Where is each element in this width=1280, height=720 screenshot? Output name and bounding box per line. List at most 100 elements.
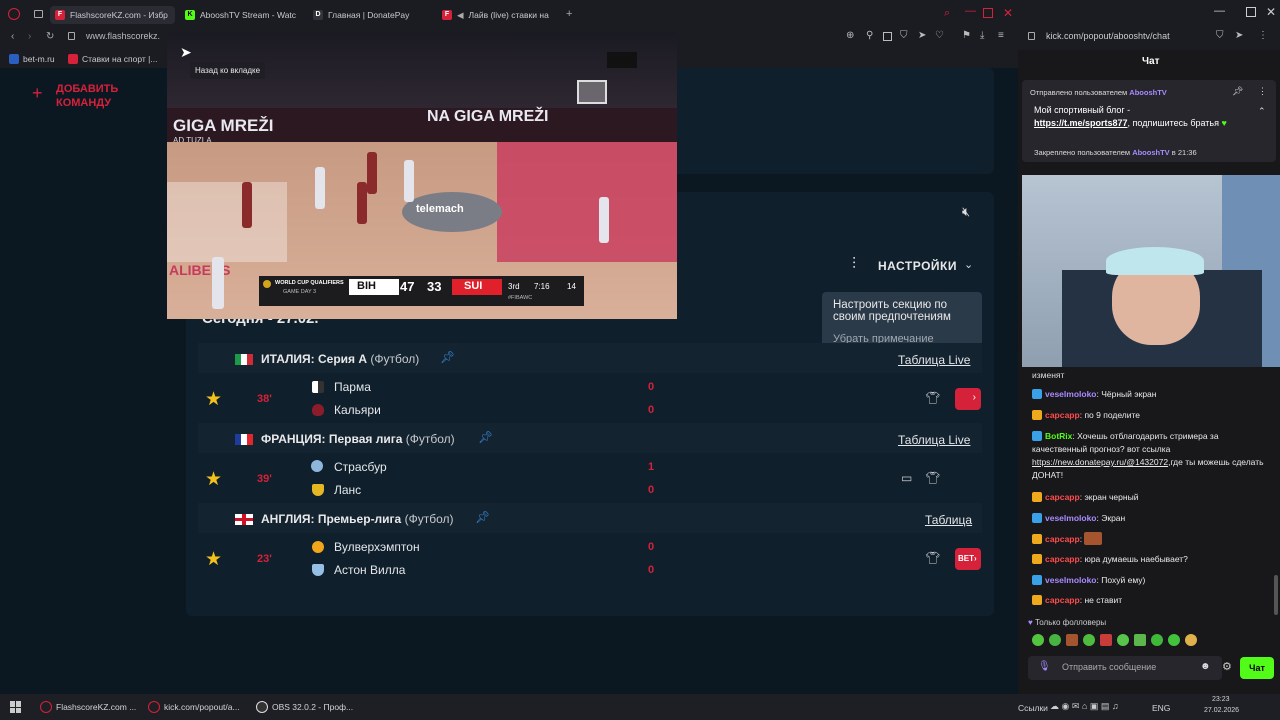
pin-icon[interactable]: 📌︎ bbox=[478, 430, 493, 444]
tray-icons[interactable]: ☁ ◉ ✉ ⌂ ▣ ▤ ♫ bbox=[1050, 701, 1119, 712]
menu-icon[interactable]: ≡ bbox=[998, 30, 1004, 41]
bookmark-bet-m[interactable]: bet-m.ru bbox=[23, 54, 55, 64]
links-toolbar[interactable]: Ссылки bbox=[1018, 703, 1048, 713]
minimize-icon[interactable]: — bbox=[965, 5, 976, 17]
chat-username[interactable]: сарсарр bbox=[1045, 410, 1080, 420]
home-team[interactable]: Парма bbox=[334, 380, 371, 394]
tab-donatepay[interactable]: D Главная | DonatePay bbox=[313, 6, 428, 24]
chat-username[interactable]: сарсарр bbox=[1045, 595, 1080, 605]
emote-icon[interactable] bbox=[1151, 634, 1163, 646]
more-icon[interactable]: ⋮ bbox=[1258, 86, 1267, 97]
pinned-link[interactable]: https://t.me/sports877 bbox=[1034, 118, 1128, 128]
bookmark-stavki[interactable]: Ставки на спорт |... bbox=[82, 54, 157, 64]
tab-live-bets[interactable]: F ◀ Лайв (live) ставки на bbox=[442, 6, 557, 24]
zoom-icon[interactable]: ⊕ bbox=[846, 30, 854, 41]
chat-username[interactable]: сарсарр bbox=[1045, 554, 1080, 564]
mute-icon[interactable]: 🔇︎ bbox=[962, 204, 970, 220]
away-team[interactable]: Кальяри bbox=[334, 403, 381, 417]
chat-username[interactable]: veselmoloko bbox=[1045, 575, 1097, 585]
pin-icon[interactable]: 📌︎ bbox=[440, 350, 455, 364]
tab-kick[interactable]: K AbooshTV Stream - Watc bbox=[185, 6, 300, 24]
favorite-star-icon[interactable]: ★ bbox=[205, 390, 222, 409]
chat-scrollbar[interactable] bbox=[1274, 575, 1278, 615]
add-team-button[interactable]: ДОБАВИТЬ КОМАНДУ bbox=[56, 82, 136, 110]
chat-username[interactable]: сарсарр bbox=[1045, 492, 1080, 502]
close-icon[interactable]: ✕ bbox=[1003, 6, 1013, 20]
away-team[interactable]: Ланс bbox=[334, 483, 361, 497]
emoji-icon[interactable]: ☻ bbox=[1200, 661, 1211, 672]
bet-button[interactable]: BET› bbox=[955, 548, 981, 570]
new-tab-plus-icon[interactable]: + bbox=[566, 8, 572, 20]
audio-icon[interactable]: ◀ bbox=[457, 10, 464, 21]
shield-icon[interactable]: ⛉ bbox=[1216, 30, 1224, 41]
pin-icon[interactable]: 📌︎ bbox=[475, 510, 490, 524]
pinned-footer-user[interactable]: AbooshTV bbox=[1132, 148, 1170, 157]
home-team[interactable]: Страсбур bbox=[334, 460, 387, 474]
chevron-down-icon[interactable]: ⌄ bbox=[964, 258, 973, 271]
taskbar-item-flashscore[interactable]: FlashscoreKZ.com ... bbox=[40, 701, 136, 713]
taskbar-item-obs[interactable]: OBS 32.0.2 - Проф... bbox=[256, 701, 353, 713]
emote-icon[interactable] bbox=[1083, 634, 1095, 646]
microphone-icon[interactable]: 🎙︎ bbox=[1038, 661, 1051, 672]
emote-icon[interactable] bbox=[1168, 634, 1180, 646]
gear-icon[interactable]: ⚙ bbox=[1222, 660, 1232, 673]
emote-icon[interactable] bbox=[1100, 634, 1112, 646]
away-team[interactable]: Астон Вилла bbox=[334, 563, 405, 577]
pinned-user[interactable]: AbooshTV bbox=[1129, 88, 1167, 97]
send-chat-button[interactable]: Чат bbox=[1240, 657, 1274, 679]
add-plus-icon[interactable]: + bbox=[32, 84, 43, 102]
bet-button[interactable]: › bbox=[955, 388, 981, 410]
close-icon[interactable]: ✕ bbox=[1266, 5, 1276, 19]
heart-icon[interactable]: ♡ bbox=[935, 30, 944, 41]
lineups-shirt-icon[interactable]: 👕︎ bbox=[925, 471, 940, 485]
favorite-star-icon[interactable]: ★ bbox=[205, 470, 222, 489]
emote-icon[interactable] bbox=[1049, 634, 1061, 646]
windows-start-icon[interactable] bbox=[10, 701, 22, 713]
league-name[interactable]: АНГЛИЯ: Премьер-лига (Футбол) bbox=[261, 512, 453, 526]
chat-input[interactable]: 🎙︎ Отправить сообщение ☻ bbox=[1028, 656, 1222, 680]
emote-icon[interactable] bbox=[1117, 634, 1129, 646]
emote-icon[interactable] bbox=[1066, 634, 1078, 646]
league-name[interactable]: ИТАЛИЯ: Серия А (Футбол) bbox=[261, 352, 419, 366]
chat-url-field[interactable]: kick.com/popout/abooshtv/chat bbox=[1046, 31, 1170, 41]
forward-icon[interactable]: › bbox=[28, 31, 31, 42]
chat-username[interactable]: сарсарр bbox=[1045, 534, 1080, 544]
search-icon[interactable]: ⌕ bbox=[944, 7, 950, 20]
shield-icon[interactable]: ⛉ bbox=[900, 30, 908, 41]
lineups-shirt-icon[interactable]: 👕︎ bbox=[925, 551, 940, 565]
extensions-icon[interactable]: ⚑ bbox=[962, 30, 971, 41]
chat-username[interactable]: veselmoloko bbox=[1045, 389, 1097, 399]
download-icon[interactable]: ⤓ bbox=[980, 30, 984, 41]
standings-live-link[interactable]: Таблица Live bbox=[898, 433, 970, 447]
settings-button[interactable]: НАСТРОЙКИ bbox=[878, 259, 957, 273]
chat-username[interactable]: BotRix bbox=[1045, 431, 1072, 441]
url-field[interactable]: www.flashscorekz. bbox=[86, 31, 160, 41]
standings-live-link[interactable]: Таблица Live bbox=[898, 353, 970, 367]
send-icon[interactable]: ➤ bbox=[918, 30, 926, 41]
pin-icon[interactable]: 📌︎ bbox=[1232, 86, 1243, 97]
settings-sliders-icon[interactable]: ⫶ bbox=[852, 256, 856, 274]
back-icon[interactable]: ‹ bbox=[11, 31, 14, 42]
snapshot-icon[interactable] bbox=[883, 32, 892, 41]
opera-logo-icon[interactable] bbox=[8, 8, 20, 20]
collapse-icon[interactable]: ⌃ bbox=[1258, 106, 1266, 117]
maximize-icon[interactable] bbox=[983, 8, 993, 18]
lineups-shirt-icon[interactable]: 👕︎ bbox=[925, 391, 940, 405]
tab-overview-icon[interactable] bbox=[34, 10, 43, 18]
chat-link[interactable]: https://new.donatepay.ru/@1432072 bbox=[1032, 457, 1168, 467]
emote-icon[interactable] bbox=[1185, 634, 1197, 646]
emote-icon[interactable] bbox=[1134, 634, 1146, 646]
reload-icon[interactable]: ↻ bbox=[46, 31, 54, 42]
maximize-icon[interactable] bbox=[1246, 7, 1256, 17]
minimize-icon[interactable]: — bbox=[1214, 5, 1225, 17]
menu-icon[interactable]: ⋮ bbox=[1258, 30, 1268, 41]
tv-icon[interactable]: ▭ bbox=[901, 471, 912, 485]
league-name[interactable]: ФРАНЦИЯ: Первая лига (Футбол) bbox=[261, 432, 455, 446]
favorite-star-icon[interactable]: ★ bbox=[205, 550, 222, 569]
tab-flashscore[interactable]: F FlashscoreKZ.com - Избр bbox=[50, 6, 175, 24]
keyboard-language[interactable]: ENG bbox=[1152, 703, 1170, 713]
send-icon[interactable]: ➤ bbox=[1235, 30, 1243, 41]
standings-link[interactable]: Таблица bbox=[925, 513, 972, 527]
pin-icon[interactable]: ⚲ bbox=[866, 30, 873, 41]
chat-username[interactable]: veselmoloko bbox=[1045, 513, 1097, 523]
